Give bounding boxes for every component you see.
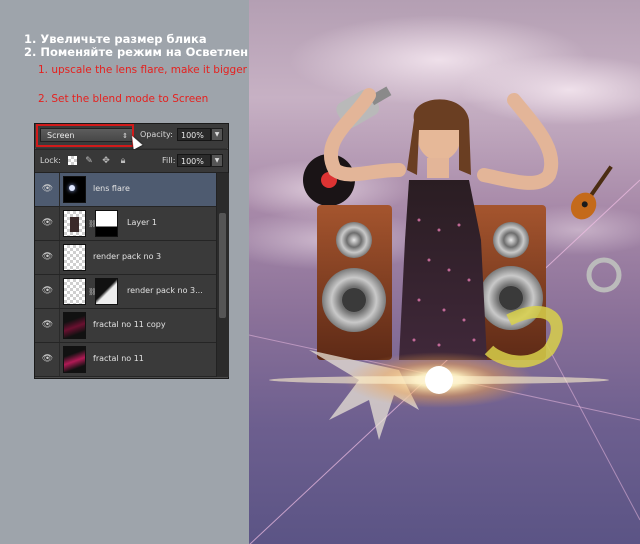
speaker-left: [317, 205, 392, 360]
layer-row-lens-flare[interactable]: 👁︎ lens flare: [35, 173, 216, 207]
eye-icon[interactable]: 👁︎: [41, 252, 54, 263]
lock-icon[interactable]: 🔒︎: [118, 156, 128, 166]
chain-link-icon: ⛓︎: [88, 220, 97, 228]
eye-icon[interactable]: 👁︎: [41, 286, 54, 297]
scrollbar-thumb[interactable]: [219, 213, 226, 318]
layers-list: 👁︎ lens flare 👁︎ ⛓︎ Layer 1 👁︎ render pa…: [35, 173, 216, 377]
lock-move-icon[interactable]: ✥: [101, 156, 111, 166]
column-separator: [59, 241, 60, 274]
layer-thumbnail: [63, 210, 86, 237]
layer-name: lens flare: [93, 184, 130, 193]
layer-thumbnail: [63, 312, 86, 339]
headphones: [586, 257, 622, 293]
chain-link-icon: ⛓︎: [88, 288, 97, 296]
layer-row-render-pack-3[interactable]: 👁︎ render pack no 3: [35, 241, 216, 275]
lock-bar: Lock: ✎ ✥ 🔒︎ Fill: 100% ▼: [35, 149, 228, 173]
layer-thumbnail: [63, 176, 86, 203]
lock-brush-icon[interactable]: ✎: [84, 156, 94, 166]
figure-shape: [70, 217, 79, 232]
eye-icon[interactable]: 👁︎: [41, 354, 54, 365]
fill-dropdown-icon[interactable]: ▼: [211, 154, 223, 167]
layer-name: render pack no 3: [93, 252, 162, 261]
layer-row-fractal-11[interactable]: 👁︎ fractal no 11: [35, 343, 216, 377]
layers-panel: Screen ⇕ Opacity: 100% ▼ Lock: ✎ ✥ 🔒︎ Fi…: [34, 123, 229, 379]
column-separator: [59, 309, 60, 342]
instruction-en-1: 1. upscale the lens flare, make it bigge…: [38, 64, 247, 76]
layer-mask-thumbnail: [95, 278, 118, 305]
layer-thumbnail: [63, 346, 86, 373]
blend-toolbar: Screen ⇕ Opacity: 100% ▼: [35, 124, 228, 150]
layer-name: fractal no 11 copy: [93, 320, 166, 329]
instruction-en-2: 2. Set the blend mode to Screen: [38, 93, 209, 105]
layer-name: render pack no 3...: [127, 286, 203, 295]
layer-thumbnail: [63, 244, 86, 271]
lens-flare-core: [425, 366, 453, 394]
column-separator: [59, 207, 60, 240]
layer-row-render-pack-3-copy[interactable]: 👁︎ ⛓︎ render pack no 3...: [35, 275, 216, 309]
layer-row-layer-1[interactable]: 👁︎ ⛓︎ Layer 1: [35, 207, 216, 241]
opacity-input[interactable]: 100%: [177, 128, 211, 141]
fill-label: Fill:: [162, 156, 176, 165]
fill-input[interactable]: 100%: [177, 154, 211, 167]
eye-icon[interactable]: 👁︎: [41, 184, 54, 195]
layers-scrollbar[interactable]: [216, 173, 229, 377]
layer-row-fractal-11-copy[interactable]: 👁︎ fractal no 11 copy: [35, 309, 216, 343]
instruction-ru-2: 2. Поменяйте режим на Осветление: [24, 45, 264, 59]
column-separator: [59, 275, 60, 308]
lock-transparent-icon[interactable]: [68, 156, 77, 165]
eye-icon[interactable]: 👁︎: [41, 320, 54, 331]
opacity-label: Opacity:: [140, 130, 173, 139]
highlight-box: [36, 124, 134, 147]
column-separator: [59, 173, 60, 206]
instructions: 1. Увеличьте размер блика 2. Поменяйте р…: [24, 33, 264, 106]
eye-icon[interactable]: 👁︎: [41, 218, 54, 229]
layer-thumbnail: [63, 278, 86, 305]
layer-name: Layer 1: [127, 218, 157, 227]
opacity-dropdown-icon[interactable]: ▼: [211, 128, 223, 141]
artwork-illustration: [249, 15, 640, 544]
light-beam: [538, 329, 640, 521]
layer-mask-thumbnail: [95, 210, 118, 237]
column-separator: [59, 343, 60, 376]
artwork-canvas: [249, 0, 640, 544]
lock-label: Lock:: [40, 156, 61, 165]
flare-dot: [69, 185, 75, 191]
layer-name: fractal no 11: [93, 354, 144, 363]
